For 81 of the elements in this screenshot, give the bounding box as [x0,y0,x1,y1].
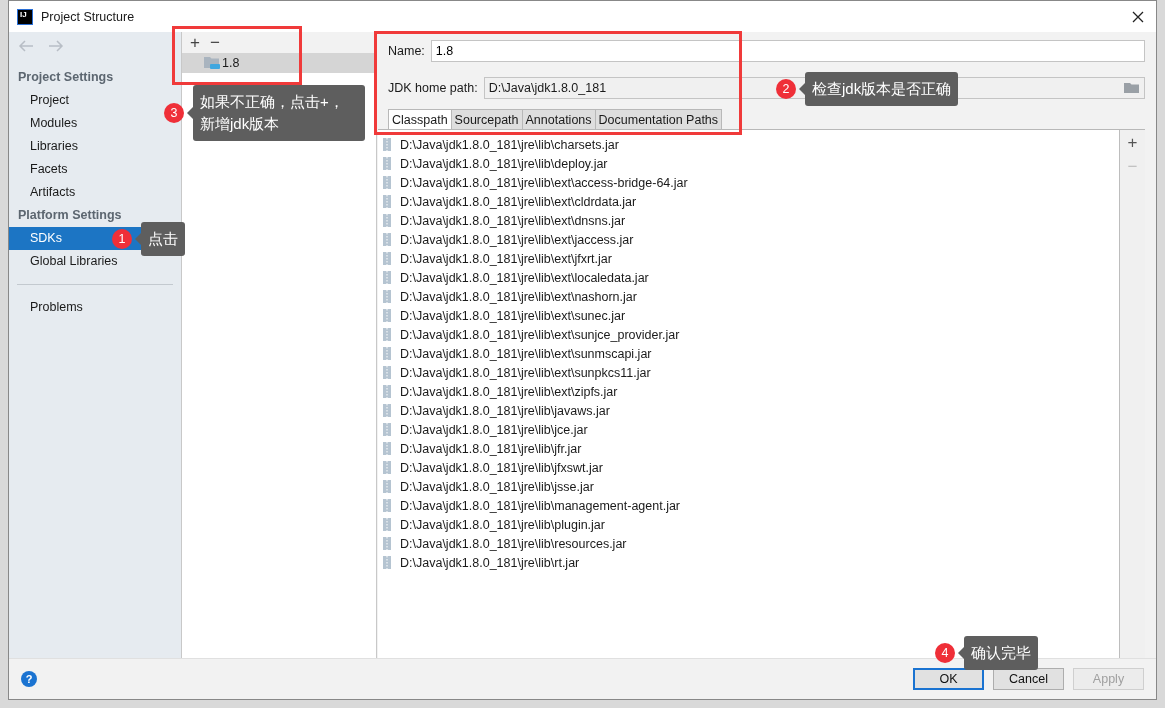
jar-icon [383,138,391,151]
classpath-entry: D:\Java\jdk1.8.0_181\jre\lib\ext\sunmscapi.jar [400,346,652,361]
classpath-entry: D:\Java\jdk1.8.0_181\jre\lib\ext\jaccess.jar [400,232,634,247]
section-heading: Project Settings [17,69,115,86]
classpath-entry: D:\Java\jdk1.8.0_181\jre\lib\javaws.jar [400,403,610,418]
jar-icon [383,271,391,284]
jar-icon [383,309,391,322]
sidebar-item[interactable]: Facets [26,158,72,181]
callout-tooltip: 如果不正确，点击+，新增jdk版本 [193,85,365,141]
classpath-entry: D:\Java\jdk1.8.0_181\jre\lib\jfxswt.jar [400,460,603,475]
classpath-entry: D:\Java\jdk1.8.0_181\jre\lib\jfr.jar [400,441,582,456]
callout-tooltip: 检查jdk版本是否正确 [805,72,959,106]
add-button[interactable]: + [1127,133,1138,153]
jar-icon [383,480,391,493]
jar-icon [383,404,391,417]
window-title: Project Structure [41,9,135,24]
classpath-entry: D:\Java\jdk1.8.0_181\jre\lib\deploy.jar [400,156,608,171]
classpath-entry: D:\Java\jdk1.8.0_181\jre\lib\ext\jfxrt.jar [400,251,612,266]
jar-icon [383,537,391,550]
classpath-entry: D:\Java\jdk1.8.0_181\jre\lib\ext\localedata.jar [400,270,649,285]
jar-icon [383,195,391,208]
jar-icon [383,423,391,436]
classpath-entry: D:\Java\jdk1.8.0_181\jre\lib\ext\sunjce_provider.jar [400,327,680,342]
classpath-entry: D:\Java\jdk1.8.0_181\jre\lib\charsets.jar [400,137,619,152]
jdk-home-path-label: JDK home path: [388,81,478,95]
classpath-entry: D:\Java\jdk1.8.0_181\jre\lib\resources.jar [400,536,627,551]
folder-icon [204,56,220,70]
jar-icon [383,157,391,170]
help-button[interactable]: ? [21,671,37,687]
classpath-entry: D:\Java\jdk1.8.0_181\jre\lib\ext\access-bridge-64.jar [400,175,688,190]
jar-icon [383,176,391,189]
sidebar-item[interactable]: Artifacts [26,181,80,204]
jar-icon [383,290,391,303]
classpath-entry: D:\Java\jdk1.8.0_181\jre\lib\ext\sunec.jar [400,308,626,323]
back-arrow-icon[interactable] [18,40,34,52]
sidebar-item[interactable]: Global Libraries [26,250,122,273]
callout-pointer-tooltip [958,647,964,659]
sidebar-item[interactable]: Project [26,89,73,112]
classpath-entry: D:\Java\jdk1.8.0_181\jre\lib\plugin.jar [400,517,605,532]
sidebar-item[interactable]: Modules [26,112,82,135]
classpath-entry: D:\Java\jdk1.8.0_181\jre\lib\jsse.jar [400,479,594,494]
close-icon[interactable] [1132,10,1144,23]
sdk-item[interactable]: 1.8 [182,53,376,73]
jar-icon [383,556,391,569]
remove-button[interactable]: − [209,33,220,52]
callout-pointer-tooltip [799,83,805,95]
callout-tooltip: 确认完毕 [964,636,1038,670]
jar-icon [383,233,391,246]
jar-icon [383,385,391,398]
tab[interactable]: Classpath [388,109,452,130]
name-field[interactable]: 1.8 [430,40,1145,62]
jar-icon [383,461,391,474]
section-heading: Platform Settings [17,207,123,224]
classpath-entry: D:\Java\jdk1.8.0_181\jre\lib\ext\nashorn.jar [400,289,637,304]
sidebar-item[interactable]: Problems [26,296,87,319]
classpath-entry: D:\Java\jdk1.8.0_181\jre\lib\management-agent.jar [400,498,681,513]
app-logo: IJ [17,8,33,25]
name-label: Name: [388,44,425,58]
classpath-entry: D:\Java\jdk1.8.0_181\jre\lib\ext\sunpkcs11.jar [400,365,651,380]
dialog-button[interactable]: OK [913,668,984,690]
callout-pointer-tooltip [187,107,193,119]
callout-pointer-tooltip [135,233,141,245]
jar-icon [383,347,391,360]
jar-icon [383,214,391,227]
jar-icon [383,366,391,379]
callout-tooltip: 点击 [141,222,185,256]
sidebar-item[interactable]: Libraries [26,135,82,158]
folder-icon[interactable] [1124,82,1140,94]
classpath-entry: D:\Java\jdk1.8.0_181\jre\lib\ext\cldrdata.jar [400,194,637,209]
forward-arrow-icon[interactable] [48,40,64,52]
add-button[interactable]: + [190,33,200,52]
classpath-entry: D:\Java\jdk1.8.0_181\jre\lib\ext\dnsns.jar [400,213,626,228]
dialog-button[interactable]: Cancel [993,668,1064,690]
jar-icon [383,442,391,455]
classpath-entry: D:\Java\jdk1.8.0_181\jre\lib\jce.jar [400,422,588,437]
jar-icon [383,252,391,265]
jar-icon [383,518,391,531]
classpath-entry: D:\Java\jdk1.8.0_181\jre\lib\rt.jar [400,555,580,570]
jar-icon [383,328,391,341]
jar-icon [383,499,391,512]
classpath-entry: D:\Java\jdk1.8.0_181\jre\lib\ext\zipfs.jar [400,384,618,399]
